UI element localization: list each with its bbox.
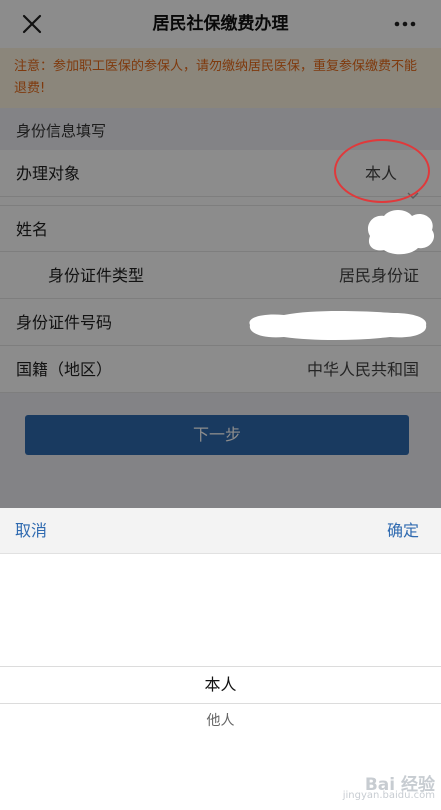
name-redaction (367, 210, 435, 255)
picker-toolbar: 取消 确定 (0, 508, 441, 554)
picker-option-other[interactable]: 他人 (0, 708, 441, 734)
picker-cancel-button[interactable]: 取消 (15, 508, 47, 554)
picker-confirm-button[interactable]: 确定 (387, 508, 419, 554)
watermark-url: jingyan.baidu.com (342, 790, 435, 801)
option-picker: 取消 确定 本人 他人 Bai 经验 jingyan.baidu.com (0, 508, 441, 810)
picker-option-self[interactable]: 本人 (0, 666, 441, 704)
watermark: Bai 经验 jingyan.baidu.com (335, 770, 435, 804)
id-number-redaction (249, 311, 427, 340)
